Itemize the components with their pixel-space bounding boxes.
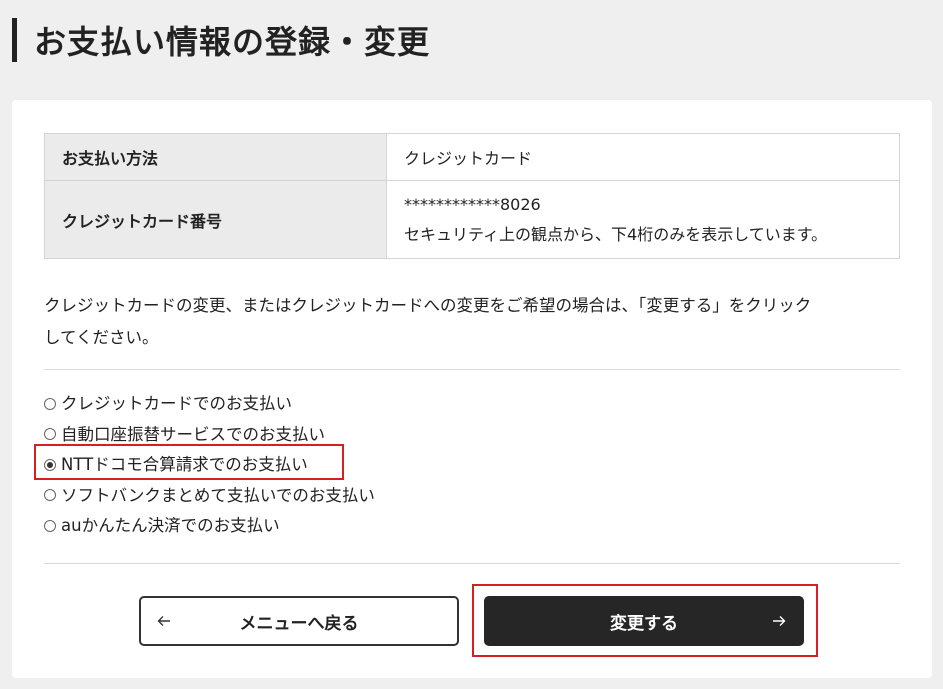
submit-button-label: 変更する — [610, 613, 678, 634]
option-label: クレジットカードでのお支払い — [61, 394, 292, 414]
page-header: お支払い情報の登録・変更 — [12, 18, 430, 62]
change-submit-button[interactable]: 変更する — [484, 596, 804, 646]
option-label: 自動口座振替サービスでのお支払い — [61, 424, 325, 444]
back-to-menu-button[interactable]: メニューへ戻る — [139, 596, 459, 646]
table-row-card-number: クレジットカード番号 ************8026 セキュリティ上の観点から… — [44, 180, 900, 259]
divider — [44, 563, 900, 564]
arrow-left-icon — [157, 614, 171, 628]
payment-info-table: お支払い方法 クレジットカード クレジットカード番号 ************8… — [44, 133, 900, 259]
radio-button-selected[interactable] — [44, 458, 56, 471]
option-label: auかんたん決済でのお支払い — [61, 516, 280, 536]
divider — [44, 369, 900, 370]
option-softbank-billing[interactable]: ソフトバンクまとめて支払いでのお支払い — [44, 479, 375, 510]
back-button-label: メニューへ戻る — [239, 613, 359, 634]
page-title: お支払い情報の登録・変更 — [34, 23, 431, 61]
option-label: ソフトバンクまとめて支払いでのお支払い — [61, 485, 375, 505]
radio-button[interactable] — [44, 489, 56, 502]
radio-button[interactable] — [44, 428, 56, 441]
payment-method-value: クレジットカード — [386, 133, 900, 181]
instruction-line-2: してください。 — [44, 328, 159, 347]
option-bank-transfer[interactable]: 自動口座振替サービスでのお支払い — [44, 418, 375, 449]
radio-button[interactable] — [44, 519, 56, 532]
instruction-line-1: クレジットカードの変更、またはクレジットカードへの変更をご希望の場合は、「変更す… — [44, 296, 812, 315]
masked-card-number: ************8026 — [404, 194, 541, 214]
arrow-right-icon — [772, 614, 786, 628]
option-au-billing[interactable]: auかんたん決済でのお支払い — [44, 509, 375, 540]
option-credit-card[interactable]: クレジットカードでのお支払い — [44, 387, 375, 418]
option-docomo-billing[interactable]: NTTドコモ合算請求でのお支払い — [44, 448, 375, 479]
card-security-note: セキュリティ上の観点から、下4桁のみを表示しています。 — [404, 224, 828, 244]
payment-panel: お支払い方法 クレジットカード クレジットカード番号 ************8… — [12, 100, 932, 678]
card-number-cell: ************8026 セキュリティ上の観点から、下4桁のみを表示して… — [386, 180, 900, 259]
radio-button[interactable] — [44, 397, 56, 410]
table-row-payment-method: お支払い方法 クレジットカード — [44, 133, 900, 181]
payment-method-radio-group: クレジットカードでのお支払い 自動口座振替サービスでのお支払い NTTドコモ合算… — [44, 387, 375, 540]
card-number-label: クレジットカード番号 — [44, 180, 387, 259]
payment-method-label: お支払い方法 — [44, 133, 387, 181]
change-instructions: クレジットカードの変更、またはクレジットカードへの変更をご希望の場合は、「変更す… — [44, 290, 902, 354]
option-label: NTTドコモ合算請求でのお支払い — [61, 455, 308, 475]
